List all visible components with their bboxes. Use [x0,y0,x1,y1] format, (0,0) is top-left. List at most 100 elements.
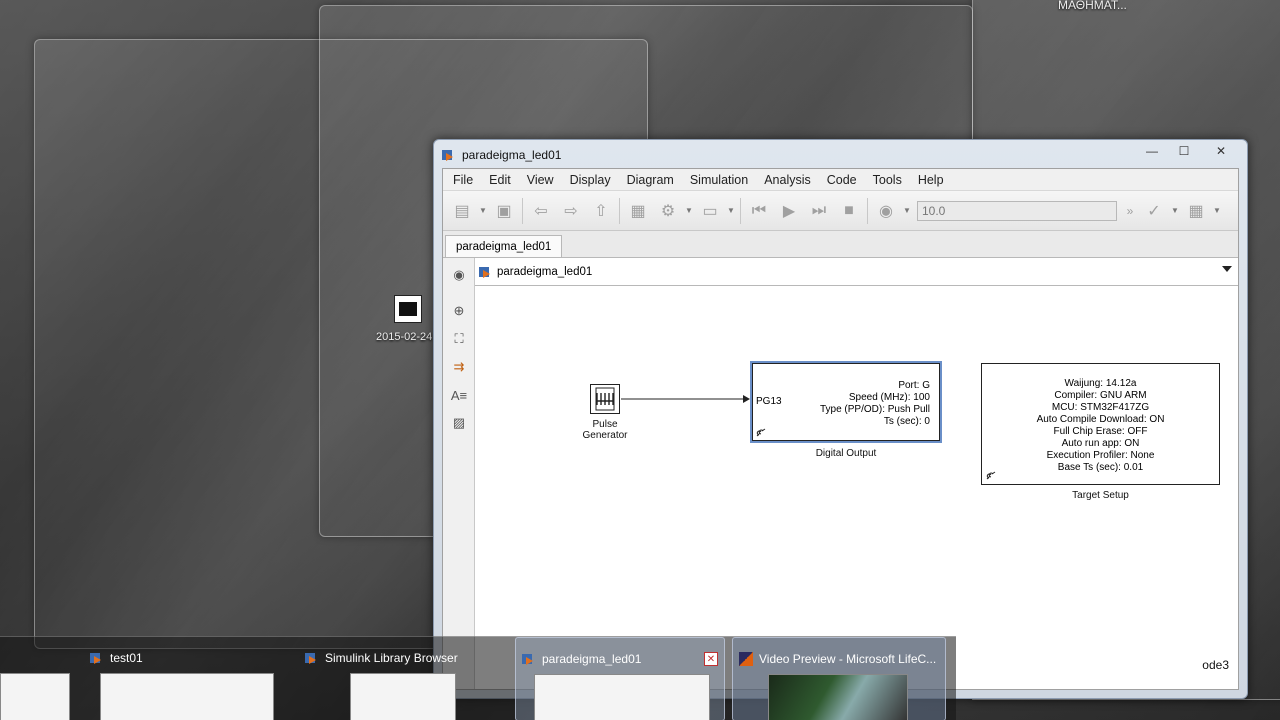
digital-output-params: Port: G Speed (MHz): 100 Type (PP/OD): P… [820,380,930,428]
preview-title: paradeigma_led01 [522,652,641,666]
fit-to-view-icon[interactable]: ⛶ [448,328,470,350]
target-setup-block[interactable]: Waijung: 14.12a Compiler: GNU ARM MCU: S… [981,363,1220,485]
model-canvas[interactable]: Pulse Generator PG13 Port: G Speed (MHz)… [475,286,1238,689]
window-title: paradeigma_led01 [462,148,562,162]
save-icon[interactable]: ▣ [489,197,519,225]
target-line: Compiler: GNU ARM [1054,390,1147,401]
address-bar[interactable]: paradeigma_led01 [475,258,1238,286]
taskbar-preview-unnamed[interactable] [0,637,75,720]
library-link-icon [756,428,766,437]
window-controls: — ☐ ✕ [1137,142,1241,160]
target-line: Auto run app: ON [1061,438,1140,449]
target-setup-params: Waijung: 14.12a Compiler: GNU ARM MCU: S… [982,378,1219,474]
desktop-icon-label[interactable]: 2015-02-24 [376,331,432,343]
arrow-icon[interactable]: ⇉ [448,356,470,378]
model-explorer-icon[interactable]: ▭ [695,197,725,225]
digital-output-block[interactable]: PG13 Port: G Speed (MHz): 100 Type (PP/O… [750,361,942,443]
record-dropdown-icon[interactable]: ▼ [901,197,913,225]
target-line: Base Ts (sec): 0.01 [1057,462,1144,473]
simulink-model-icon [522,652,536,666]
annotation-icon[interactable]: A≡ [448,384,470,406]
target-setup-caption: Target Setup [1072,490,1129,501]
preview-close-icon[interactable]: ✕ [704,652,718,666]
menu-display[interactable]: Display [562,173,619,187]
forward-icon[interactable]: ⇨ [556,197,586,225]
more-tools-icon[interactable]: » [1121,197,1139,225]
library-browser-icon[interactable]: ▦ [623,197,653,225]
pulse-caption-line2: Generator [582,430,628,441]
menu-code[interactable]: Code [819,173,865,187]
settings-gear-icon[interactable]: ⚙ [653,197,683,225]
target-line: Auto Compile Download: ON [1036,414,1165,425]
toolbar-separator [740,197,741,224]
target-line: Full Chip Erase: OFF [1053,426,1148,437]
desktop-top-right-label: ΜΑΘΗΜΑΤ... [1058,0,1127,12]
pulse-generator-icon [595,387,615,411]
up-icon[interactable]: ⇧ [586,197,616,225]
model-tab-strip: paradeigma_led01 [443,231,1238,257]
menu-help[interactable]: Help [910,173,952,187]
new-dropdown-icon[interactable]: ▼ [477,197,489,225]
param-line: Port: G [898,380,930,391]
menu-diagram[interactable]: Diagram [619,173,682,187]
target-line: Waijung: 14.12a [1064,378,1137,389]
target-line: Execution Profiler: None [1046,450,1155,461]
step-forward-icon[interactable]: ⏭ [804,197,834,225]
param-line: Speed (MHz): 100 [848,392,930,403]
address-dropdown-icon[interactable] [1222,266,1232,272]
tab-paradeigma-led01[interactable]: paradeigma_led01 [445,235,563,257]
minimize-button[interactable]: — [1137,142,1167,160]
menu-view[interactable]: View [519,173,562,187]
port-label: PG13 [756,396,782,407]
preview-title-text: test01 [110,651,143,665]
maximize-button[interactable]: ☐ [1169,142,1199,160]
step-back-icon[interactable]: ⏮ [744,197,774,225]
taskbar-preview-video[interactable]: Video Preview - Microsoft LifeC... [732,637,946,720]
param-line: Type (PP/OD): Push Pull [819,404,930,415]
window-content: File Edit View Display Diagram Simulatio… [442,168,1239,690]
preview-thumbnail [100,673,274,720]
address-path[interactable]: paradeigma_led01 [497,266,592,278]
simulink-model-icon [442,148,456,162]
preview-thumbnail [350,673,456,720]
check-model-icon[interactable]: ✓ [1139,197,1169,225]
simulink-model-icon [90,651,104,665]
menu-file[interactable]: File [445,173,481,187]
back-icon[interactable]: ⇦ [526,197,556,225]
pulse-caption-line1: Pulse [592,419,618,430]
param-line: Ts (sec): 0 [883,416,930,427]
grid-icon[interactable]: ▦ [1181,197,1211,225]
video-app-icon [739,652,753,666]
menu-bar: File Edit View Display Diagram Simulatio… [443,169,1238,191]
taskbar-preview-library-browser[interactable]: Simulink Library Browser [295,637,505,720]
zoom-icon[interactable]: ⊕ [448,300,470,322]
image-icon[interactable]: ▨ [448,412,470,434]
preview-title-text: Video Preview - Microsoft LifeC... [759,652,937,666]
settings-dropdown-icon[interactable]: ▼ [683,197,695,225]
library-link-icon [986,471,996,480]
preview-title: test01 [90,651,143,665]
menu-tools[interactable]: Tools [865,173,910,187]
explorer-dropdown-icon[interactable]: ▼ [725,197,737,225]
hide-browser-icon[interactable]: ◉ [448,264,470,286]
check-dropdown-icon[interactable]: ▼ [1169,197,1181,225]
taskbar-preview-test01[interactable]: test01 [80,637,280,720]
grid-dropdown-icon[interactable]: ▼ [1211,197,1223,225]
close-button[interactable]: ✕ [1201,142,1241,160]
record-icon[interactable]: ◉ [871,197,901,225]
menu-simulation[interactable]: Simulation [682,173,756,187]
model-path-icon [479,265,493,279]
new-model-icon[interactable]: ▤ [447,197,477,225]
pulse-generator-caption: Pulse Generator [575,419,635,441]
preview-title: Video Preview - Microsoft LifeC... [739,652,936,666]
pulse-generator-block[interactable] [590,384,620,414]
stop-icon[interactable]: ■ [834,197,864,225]
menu-edit[interactable]: Edit [481,173,519,187]
stop-time-input[interactable] [917,200,1117,221]
menu-analysis[interactable]: Analysis [756,173,819,187]
run-icon[interactable]: ▶ [774,197,804,225]
signal-line[interactable] [621,394,753,404]
desktop-file-icon[interactable] [394,295,422,323]
taskbar-preview-paradeigma[interactable]: paradeigma_led01 ✕ [515,637,725,720]
preview-title: Simulink Library Browser [305,651,458,665]
